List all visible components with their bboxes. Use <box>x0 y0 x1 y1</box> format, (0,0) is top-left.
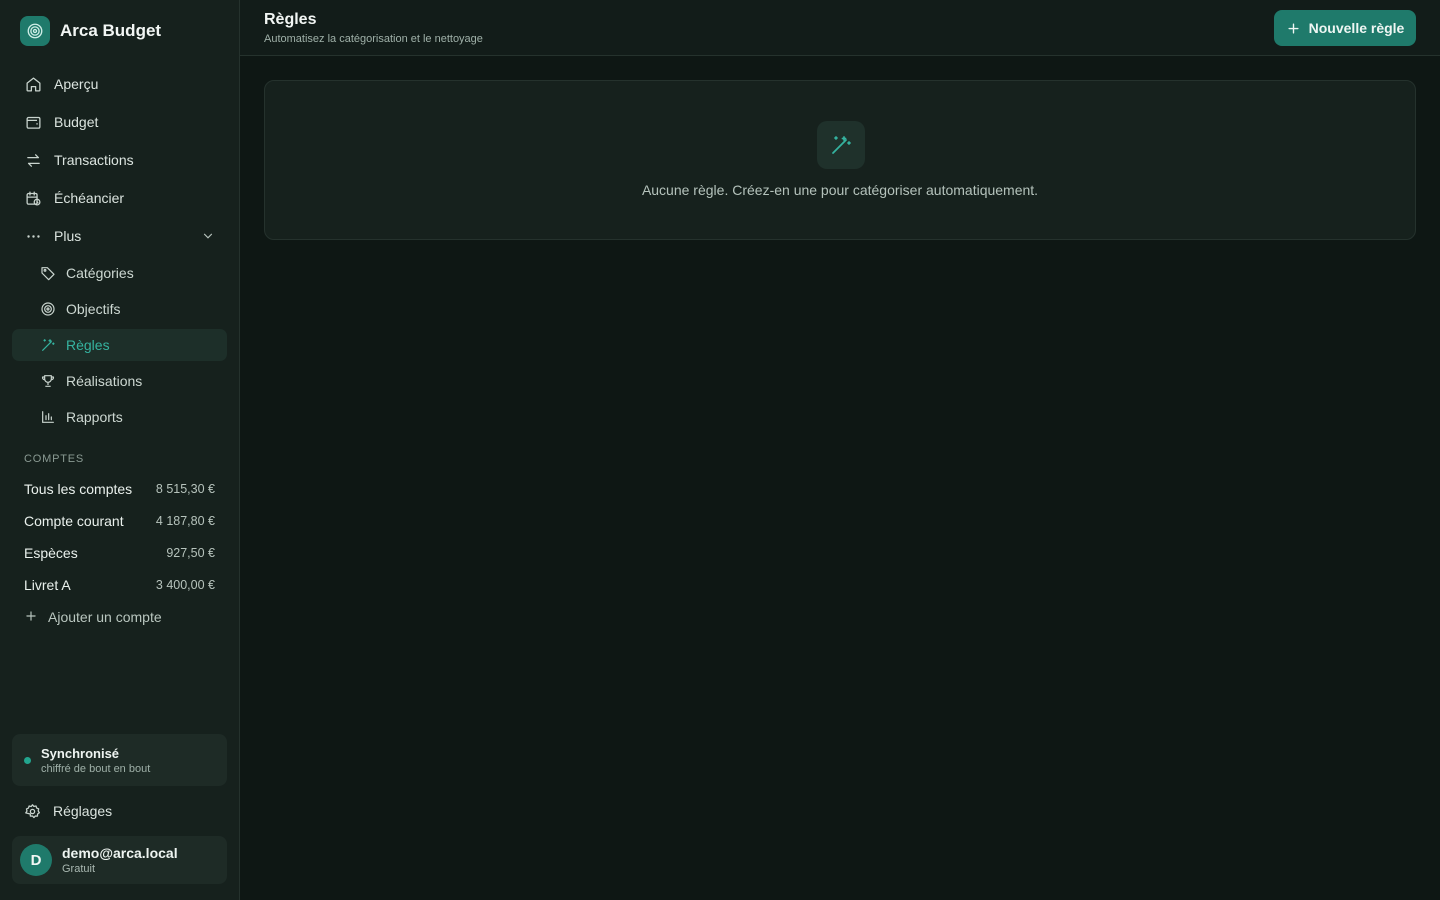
page-title: Règles <box>264 11 317 28</box>
account-item[interactable]: Compte courant 4 187,80 € <box>24 505 215 537</box>
arrows-exchange-icon <box>24 151 42 169</box>
nav-item-label: Transactions <box>54 152 134 168</box>
user-menu[interactable]: D demo@arca.local Gratuit <box>12 836 227 884</box>
account-amount: 8 515,30 € <box>155 482 215 496</box>
user-plan: Gratuit <box>62 863 96 875</box>
sidebar-item-regles[interactable]: Règles <box>12 329 227 361</box>
sidebar-item-objectifs[interactable]: Objectifs <box>12 293 227 325</box>
account-name: Livret A <box>24 577 71 593</box>
account-item[interactable]: Livret A 3 400,00 € <box>24 569 215 601</box>
wallet-icon <box>24 113 42 131</box>
user-email: demo@arca.local <box>62 845 178 861</box>
sidebar-item-realisations[interactable]: Réalisations <box>12 365 227 397</box>
nav-item-label: Plus <box>54 228 82 244</box>
nav-item-transactions[interactable]: Transactions <box>12 141 227 179</box>
account-amount: 927,50 € <box>166 546 215 560</box>
empty-state-card: Aucune règle. Créez-en une pour catégori… <box>264 80 1416 240</box>
magic-wand-icon <box>39 337 56 354</box>
empty-state-text: Aucune règle. Créez-en une pour catégori… <box>641 182 1039 198</box>
more-dots-icon <box>24 227 42 245</box>
page-subtitle: Automatisez la catégorisation et le nett… <box>264 33 483 45</box>
sync-title: Synchronisé <box>41 745 120 761</box>
plus-icon <box>1286 21 1301 36</box>
add-account-button[interactable]: Ajouter un compte <box>24 601 215 633</box>
sidebar: Arca Budget Aperçu Budget Transactions É… <box>0 0 240 900</box>
nav-item-budget[interactable]: Budget <box>12 103 227 141</box>
accounts-list: Tous les comptes 8 515,30 € Compte coura… <box>24 473 215 633</box>
main-nav: Aperçu Budget Transactions Échéancier Pl… <box>12 65 227 437</box>
sidebar-item-categories[interactable]: Catégories <box>12 257 227 289</box>
account-item[interactable]: Espèces 927,50 € <box>24 537 215 569</box>
accounts-section-label: COMPTES <box>24 453 84 465</box>
new-rule-button[interactable]: Nouvelle règle <box>1274 10 1416 46</box>
settings-button[interactable]: Réglages <box>12 792 227 830</box>
sidebar-item-label: Réalisations <box>66 373 143 389</box>
nav-item-label: Aperçu <box>54 76 99 92</box>
account-name: Tous les comptes <box>24 481 133 497</box>
nav-item-echeancier[interactable]: Échéancier <box>12 179 227 217</box>
add-account-label: Ajouter un compte <box>48 609 162 625</box>
account-name: Espèces <box>24 545 78 561</box>
avatar: D <box>20 844 52 876</box>
sidebar-item-label: Règles <box>66 337 110 353</box>
nav-item-apercu[interactable]: Aperçu <box>12 65 227 103</box>
brand[interactable]: Arca Budget <box>20 16 161 46</box>
new-rule-label: Nouvelle règle <box>1308 20 1405 36</box>
sync-status-dot <box>24 756 31 764</box>
account-amount: 3 400,00 € <box>155 578 215 592</box>
chevron-down-icon[interactable] <box>201 229 215 243</box>
account-amount: 4 187,80 € <box>155 514 215 528</box>
home-icon <box>24 75 42 93</box>
account-name: Compte courant <box>24 513 124 529</box>
sidebar-item-rapports[interactable]: Rapports <box>12 401 227 433</box>
magic-wand-icon <box>817 121 865 169</box>
gear-icon <box>24 803 41 820</box>
plus-icon <box>24 609 38 626</box>
fingerprint-icon <box>20 16 50 46</box>
nav-item-label: Budget <box>54 114 99 130</box>
page-header: Règles Automatisez la catégorisation et … <box>240 0 1440 56</box>
settings-label: Réglages <box>53 803 113 819</box>
sidebar-item-label: Catégories <box>66 265 134 281</box>
trophy-icon <box>39 373 56 390</box>
target-icon <box>39 301 56 318</box>
sidebar-item-label: Objectifs <box>66 301 121 317</box>
calendar-clock-icon <box>24 189 42 207</box>
nav-item-plus[interactable]: Plus <box>12 217 227 255</box>
tag-icon <box>39 265 56 282</box>
sync-subtitle: chiffré de bout en bout <box>41 762 151 775</box>
account-item[interactable]: Tous les comptes 8 515,30 € <box>24 473 215 505</box>
nav-item-label: Échéancier <box>54 190 125 206</box>
sidebar-item-label: Rapports <box>66 409 123 425</box>
sync-status: Synchronisé chiffré de bout en bout <box>12 734 227 786</box>
bar-chart-icon <box>39 409 56 426</box>
main-content: Règles Automatisez la catégorisation et … <box>240 0 1440 900</box>
app-name: Arca Budget <box>60 21 162 40</box>
